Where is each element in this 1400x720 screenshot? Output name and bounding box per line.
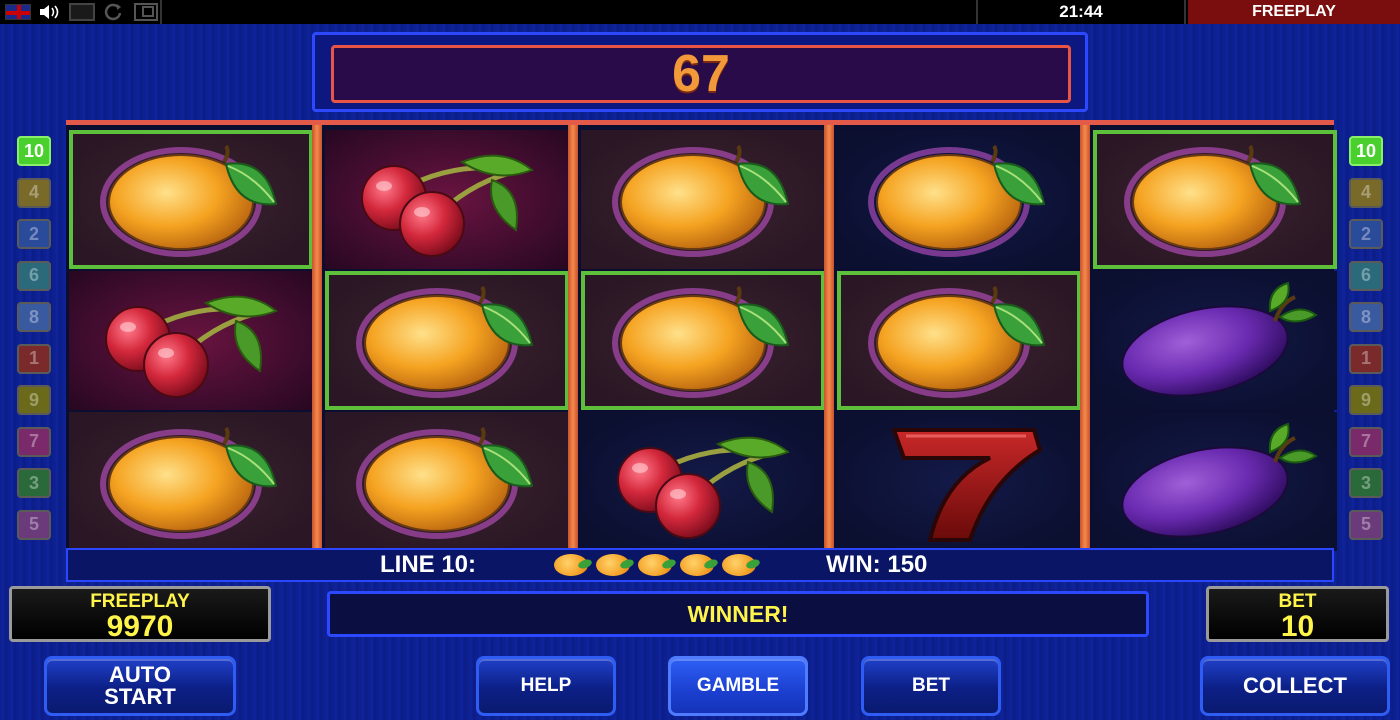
bet-button[interactable]: BET — [861, 656, 1001, 716]
orange-symbol — [581, 130, 825, 269]
win-amount: 67 — [331, 45, 1071, 103]
orange-mini-icon — [680, 554, 715, 576]
collect-button[interactable]: COLLECT — [1200, 656, 1390, 716]
bet-panel: BET 10 — [1206, 586, 1389, 642]
orange-icon — [612, 285, 790, 398]
window-icon[interactable] — [132, 2, 160, 22]
win-display-frame: 67 — [312, 32, 1088, 112]
orange-icon — [1124, 144, 1302, 257]
line-info-bar: LINE 10: WIN: 150 — [66, 548, 1334, 582]
line-indicator-2: 2 — [17, 219, 51, 249]
cherry-symbol — [325, 130, 569, 269]
clock: 21:44 — [976, 0, 1186, 24]
orange-icon — [868, 144, 1046, 257]
orange-mini-icon — [638, 554, 673, 576]
win-label: WIN: 150 — [826, 551, 928, 578]
auto-start-button[interactable]: AUTO START — [44, 656, 236, 716]
bet-value: 10 — [1280, 610, 1315, 643]
balance-value: 9970 — [106, 610, 174, 643]
line-indicator-5: 5 — [17, 509, 51, 540]
line-indicator-6: 6 — [17, 260, 51, 291]
orange-icon — [100, 426, 278, 539]
gamble-button[interactable]: GAMBLE — [668, 656, 808, 716]
line-indicator-8: 8 — [17, 302, 51, 332]
refresh-icon[interactable] — [100, 2, 128, 22]
line-indicator-2: 2 — [1349, 219, 1383, 249]
reel-4 — [837, 130, 1081, 553]
orange-symbol — [1093, 130, 1337, 269]
orange-symbol — [581, 271, 825, 410]
fullscreen-icon[interactable] — [68, 2, 96, 22]
orange-mini-icon — [722, 554, 757, 576]
plum-symbol — [1093, 271, 1337, 410]
plum-icon — [1121, 281, 1318, 397]
line-label: LINE 10: — [380, 551, 477, 578]
plum-icon — [1121, 422, 1318, 538]
orange-icon — [356, 285, 534, 398]
uk-flag-icon[interactable] — [4, 2, 32, 22]
line-indicator-10: 10 — [17, 136, 51, 166]
line-indicator-5: 5 — [1349, 509, 1383, 540]
reel-divider — [568, 125, 578, 553]
orange-symbol — [69, 412, 313, 551]
help-button[interactable]: HELP — [476, 656, 616, 716]
cherry-icon — [105, 295, 278, 398]
line-indicator-10: 10 — [1349, 136, 1383, 166]
plum-symbol — [1093, 412, 1337, 551]
orange-icon — [612, 144, 790, 257]
divider — [160, 0, 162, 24]
mode-indicator: FREEPLAY — [1188, 0, 1400, 24]
line-indicator-4: 4 — [1349, 177, 1383, 208]
cherry-icon — [361, 154, 534, 257]
orange-icon — [356, 426, 534, 539]
reel-divider — [1080, 125, 1090, 553]
orange-symbol — [837, 271, 1081, 410]
orange-mini-icon — [596, 554, 631, 576]
reel-divider — [312, 125, 322, 553]
status-message: WINNER! — [327, 591, 1149, 637]
line-symbols — [554, 554, 764, 576]
orange-symbol — [325, 271, 569, 410]
line-indicator-6: 6 — [1349, 260, 1383, 291]
line-indicators-left: 10 4 2 6 8 1 9 7 3 5 — [17, 136, 51, 551]
line-indicator-4: 4 — [17, 177, 51, 208]
speaker-icon[interactable] — [36, 2, 64, 22]
line-indicators-right: 10 4 2 6 8 1 9 7 3 5 — [1349, 136, 1383, 551]
reel-divider — [824, 125, 834, 553]
orange-symbol — [837, 130, 1081, 269]
cherry-symbol — [581, 412, 825, 551]
orange-mini-icon — [554, 554, 589, 576]
reel-5 — [1093, 130, 1337, 553]
line-indicator-1: 1 — [1349, 343, 1383, 374]
seven-icon — [891, 427, 1043, 542]
line-indicator-1: 1 — [17, 343, 51, 374]
orange-symbol — [325, 412, 569, 551]
line-indicator-7: 7 — [1349, 426, 1383, 457]
orange-symbol — [69, 130, 313, 269]
reel-2 — [325, 130, 569, 553]
line-indicator-3: 3 — [17, 468, 51, 498]
reels-area — [66, 120, 1337, 553]
cherry-symbol — [69, 271, 313, 410]
orange-icon — [100, 144, 278, 257]
line-indicator-7: 7 — [17, 426, 51, 457]
cherry-icon — [617, 436, 790, 539]
orange-icon — [868, 285, 1046, 398]
reel-1 — [69, 130, 313, 553]
line-indicator-8: 8 — [1349, 302, 1383, 332]
line-indicator-3: 3 — [1349, 468, 1383, 498]
line-indicator-9: 9 — [17, 385, 51, 415]
reel-3 — [581, 130, 825, 553]
seven-symbol — [837, 412, 1081, 551]
balance-panel: FREEPLAY 9970 — [9, 586, 271, 642]
line-indicator-9: 9 — [1349, 385, 1383, 415]
